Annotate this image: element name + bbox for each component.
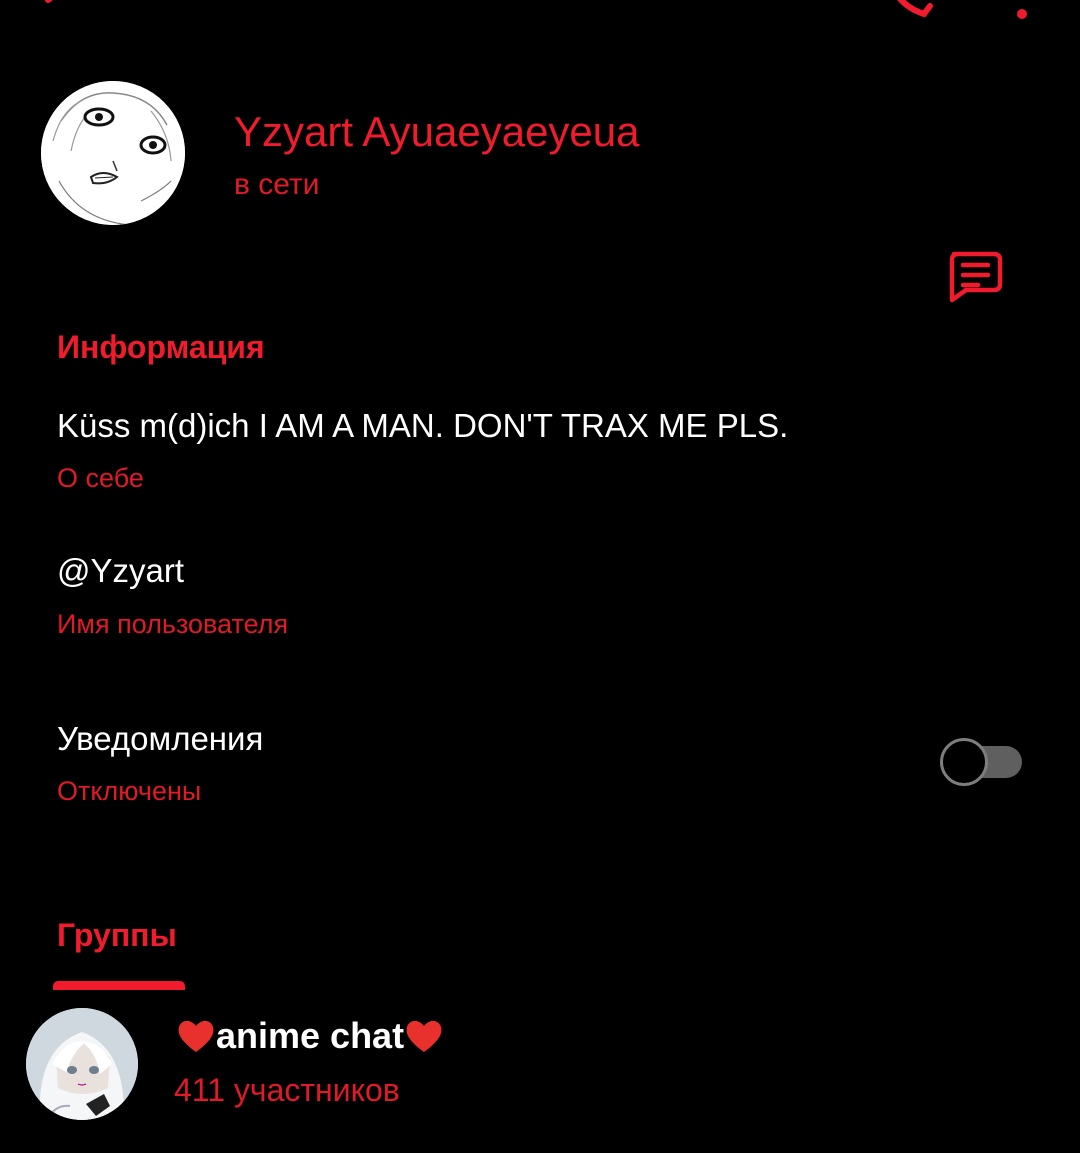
username-caption: Имя пользователя bbox=[57, 609, 289, 639]
notifications-label[interactable]: Уведомления bbox=[57, 720, 263, 758]
group-name-text: anime chat bbox=[216, 1015, 405, 1056]
notifications-status: Отключены bbox=[57, 776, 202, 806]
anime-girl-avatar-icon bbox=[26, 1008, 138, 1120]
group-avatar bbox=[26, 1008, 138, 1120]
more-vertical-icon[interactable] bbox=[1008, 0, 1036, 22]
heart-icon bbox=[406, 1020, 442, 1052]
online-status: в сети bbox=[234, 168, 320, 201]
bio-caption: О себе bbox=[57, 463, 144, 493]
info-section-title: Информация bbox=[57, 329, 265, 365]
group-members-count: 411 участников bbox=[174, 1072, 400, 1108]
bio-text: Küss m(d)ich I AM A MAN. DON'T TRAX ME P… bbox=[57, 407, 789, 444]
message-icon[interactable] bbox=[944, 248, 1004, 304]
tab-groups[interactable]: Группы bbox=[57, 917, 177, 954]
phone-icon[interactable] bbox=[880, 0, 936, 24]
profile-name: Yzyart Ayuaeyaeyeua bbox=[234, 108, 640, 155]
list-item[interactable] bbox=[0, 995, 1080, 1145]
notifications-toggle[interactable] bbox=[940, 738, 1024, 786]
username-text[interactable]: @Yzyart bbox=[57, 552, 184, 590]
anime-face-avatar-icon bbox=[41, 81, 185, 225]
avatar[interactable] bbox=[41, 81, 185, 225]
group-name: anime chat bbox=[176, 1015, 444, 1057]
arrow-back-icon[interactable] bbox=[40, 0, 96, 22]
heart-icon bbox=[178, 1020, 214, 1052]
toggle-thumb bbox=[940, 738, 988, 786]
tab-indicator bbox=[53, 981, 185, 990]
